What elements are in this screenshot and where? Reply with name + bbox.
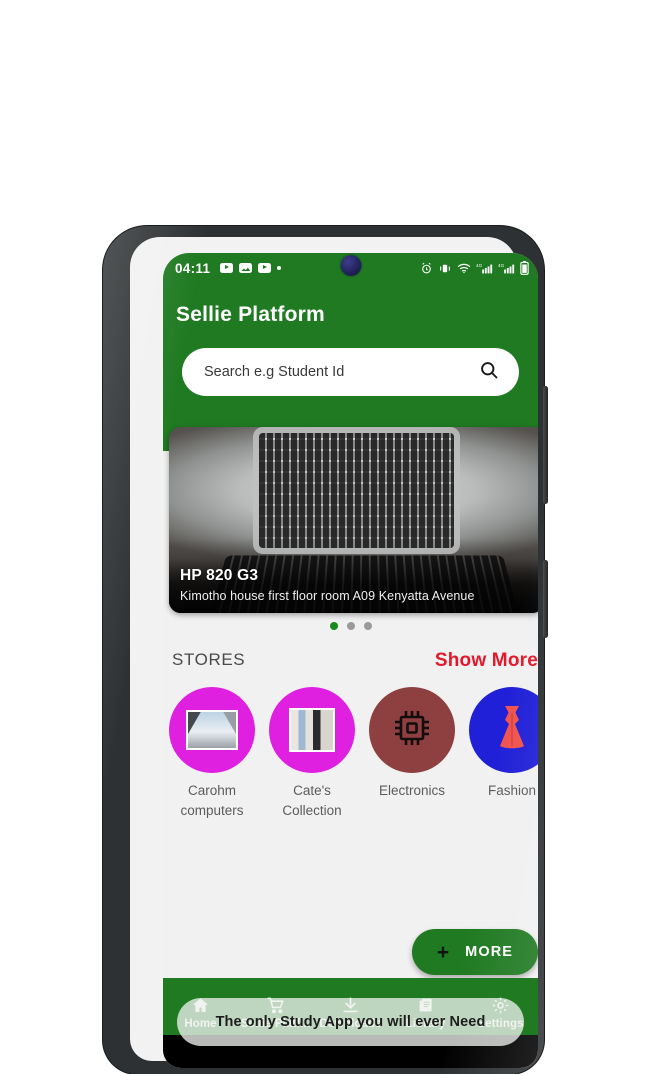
- store-avatar[interactable]: [269, 687, 355, 773]
- carousel-dots: [163, 622, 538, 630]
- microchip-icon: [388, 704, 436, 757]
- store-label: Cate's Collection: [282, 783, 342, 818]
- stores-section-header: STORES Show More: [172, 650, 538, 672]
- page-title: Sellie Platform: [176, 303, 325, 326]
- store-label: Electronics: [378, 783, 446, 798]
- svg-text:4G: 4G: [476, 263, 483, 268]
- more-button-label: MORE: [465, 944, 514, 960]
- alarm-icon: [420, 262, 433, 275]
- status-bar-clock: 04:11: [175, 260, 211, 276]
- status-bar-system-icons: 4G 4G: [420, 261, 529, 275]
- wifi-icon: [457, 262, 471, 274]
- youtube-icon: [258, 263, 272, 273]
- store-avatar[interactable]: [169, 687, 255, 773]
- stores-label: STORES: [172, 650, 246, 669]
- search-bar[interactable]: [182, 348, 519, 396]
- carousel-dot-1[interactable]: [329, 622, 338, 630]
- store-label: Fashion: [487, 783, 537, 798]
- dot-icon: [277, 266, 282, 270]
- store-item-electronics[interactable]: Electronics: [369, 687, 455, 820]
- search-input[interactable]: [202, 363, 479, 381]
- stores-list[interactable]: Carohm computers Cate's Collection Elect…: [169, 687, 538, 820]
- clothes-photo-icon: [289, 708, 335, 752]
- status-bar: 04:11 4G 4G: [163, 253, 538, 283]
- battery-icon: [520, 261, 529, 275]
- search-icon[interactable]: [479, 360, 499, 385]
- phone-frame: 04:11 4G 4G Sellie Platform Search e.g S…: [103, 226, 548, 1074]
- show-more-link[interactable]: Show More: [435, 650, 538, 672]
- front-camera-icon: [340, 255, 361, 276]
- signal-4g-icon: 4G: [476, 262, 493, 274]
- phone-bezel: 04:11 4G 4G Sellie Platform Search e.g S…: [130, 237, 538, 1068]
- promo-banner-text: The only Study App you will ever Need: [215, 1014, 486, 1030]
- app-header: Sellie Platform: [163, 283, 538, 451]
- carousel-dot-3[interactable]: [363, 622, 372, 630]
- dress-icon: [490, 702, 534, 759]
- carousel-dot-2[interactable]: [346, 622, 355, 630]
- store-item-fashion[interactable]: Fashion: [469, 687, 538, 820]
- carousel-title: HP 820 G3: [180, 567, 259, 584]
- laptops-photo-icon: [186, 710, 238, 750]
- promo-banner[interactable]: The only Study App you will ever Need: [177, 998, 524, 1046]
- store-item-cates-collection[interactable]: Cate's Collection: [269, 687, 355, 820]
- featured-carousel-card[interactable]: HP 820 G3 Kimotho house first floor room…: [169, 427, 538, 613]
- store-label: Carohm computers: [180, 783, 244, 818]
- power-button[interactable]: [543, 560, 548, 638]
- phone-screen: 04:11 4G 4G Sellie Platform Search e.g S…: [163, 253, 538, 1068]
- store-avatar[interactable]: [369, 687, 455, 773]
- youtube-icon: [220, 263, 234, 273]
- carousel-subtitle: Kimotho house first floor room A09 Kenya…: [180, 589, 475, 603]
- image-icon: [239, 263, 253, 273]
- carousel-caption: HP 820 G3 Kimotho house first floor room…: [169, 559, 538, 613]
- plus-icon: +: [436, 940, 450, 964]
- store-item-carohm-computers[interactable]: Carohm computers: [169, 687, 255, 820]
- svg-text:4G: 4G: [498, 263, 505, 268]
- store-avatar[interactable]: [469, 687, 538, 773]
- volume-button[interactable]: [543, 386, 548, 504]
- signal-4g-icon: 4G: [498, 262, 515, 274]
- status-bar-notification-icons: [220, 263, 282, 273]
- more-button[interactable]: + MORE: [412, 929, 538, 975]
- vibrate-icon: [438, 262, 452, 275]
